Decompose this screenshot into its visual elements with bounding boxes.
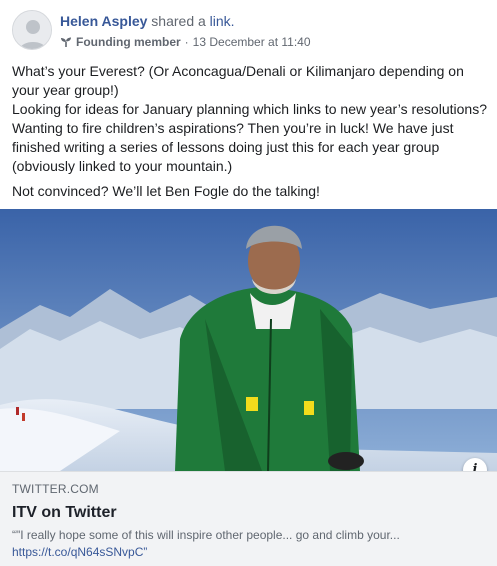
badge-label: Founding member (76, 35, 181, 49)
link-title[interactable]: ITV on Twitter (12, 504, 485, 522)
avatar[interactable] (12, 10, 52, 50)
shared-text: shared a (151, 13, 206, 29)
mountain-climber-photo (0, 209, 497, 471)
post-paragraph: Not convinced? We’ll let Ben Fogle do th… (12, 183, 320, 199)
separator-dot: · (184, 35, 189, 49)
post-header: Helen Aspley shared a link. Founding mem… (12, 10, 482, 54)
link-preview-meta[interactable]: TWITTER.COM ITV on Twitter “"I really ho… (0, 471, 497, 566)
post-paragraph: What’s your Everest? (Or Aconcagua/Denal… (12, 63, 464, 98)
post-paragraph: Looking for ideas for January planning w… (12, 101, 487, 174)
post-body: What’s your Everest? (Or Aconcagua/Denal… (12, 62, 490, 201)
author-name[interactable]: Helen Aspley (60, 13, 147, 29)
link-preview-image[interactable] (0, 209, 497, 471)
shared-link[interactable]: link. (210, 13, 235, 29)
post-card: Helen Aspley shared a link. Founding mem… (0, 0, 497, 566)
default-avatar-icon (13, 11, 51, 49)
link-description: “"I really hope some of this will inspir… (12, 528, 400, 542)
sprout-icon (60, 36, 72, 48)
link-preview-card[interactable]: i TWITTER.COM ITV on Twitter “"I really … (0, 209, 497, 566)
link-url[interactable]: https://t.co/qN64sSNvpC” (12, 545, 485, 559)
author-line: Helen Aspley shared a link. (60, 13, 235, 29)
post-timestamp[interactable]: 13 December at 11:40 (193, 35, 311, 49)
post-meta: Founding member · 13 December at 11:40 (60, 35, 311, 49)
link-domain: TWITTER.COM (12, 482, 99, 496)
